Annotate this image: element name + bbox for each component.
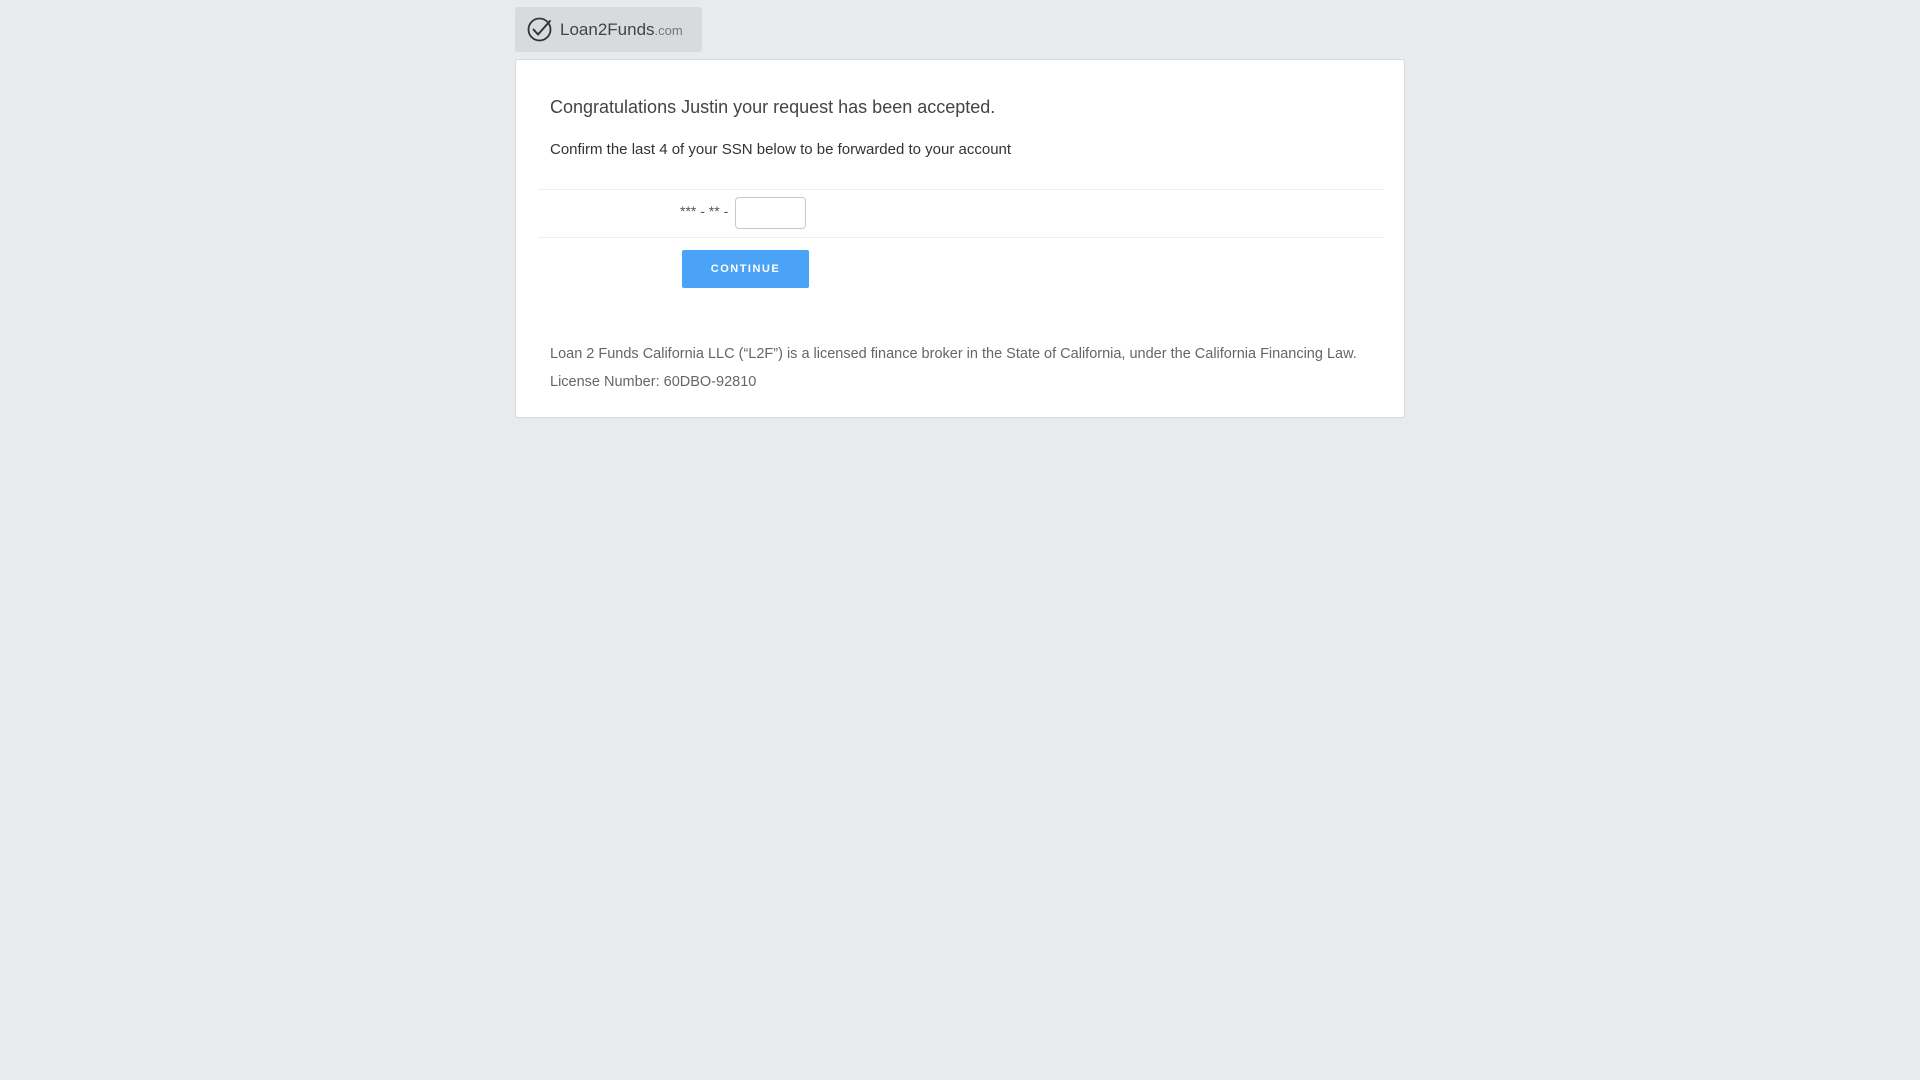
check-circle-icon [526,16,553,43]
disclaimer-line-1: Loan 2 Funds California LLC (“L2F”) is a… [550,346,1357,362]
brand-name-text: Loan2Funds [560,19,655,39]
ssn-mask-label: *** - ** - [680,203,729,219]
instruction-text: Confirm the last 4 of your SSN below to … [550,141,1012,158]
continue-button[interactable]: CONTINUE [682,250,809,288]
page-title: Congratulations Justin your request has … [550,97,996,117]
brand-logo[interactable]: Loan2Funds.com [515,7,702,52]
brand-tld: .com [654,22,683,38]
license-number: License Number: 60DBO-92810 [550,374,757,390]
confirmation-card: Congratulations Justin your request has … [515,59,1405,418]
ssn-last4-input[interactable] [735,197,806,229]
disclaimer: Loan 2 Funds California LLC (“L2F”) is a… [550,340,1357,396]
ssn-row: *** - ** - [538,189,1383,238]
brand-name: Loan2Funds.com [560,20,683,40]
